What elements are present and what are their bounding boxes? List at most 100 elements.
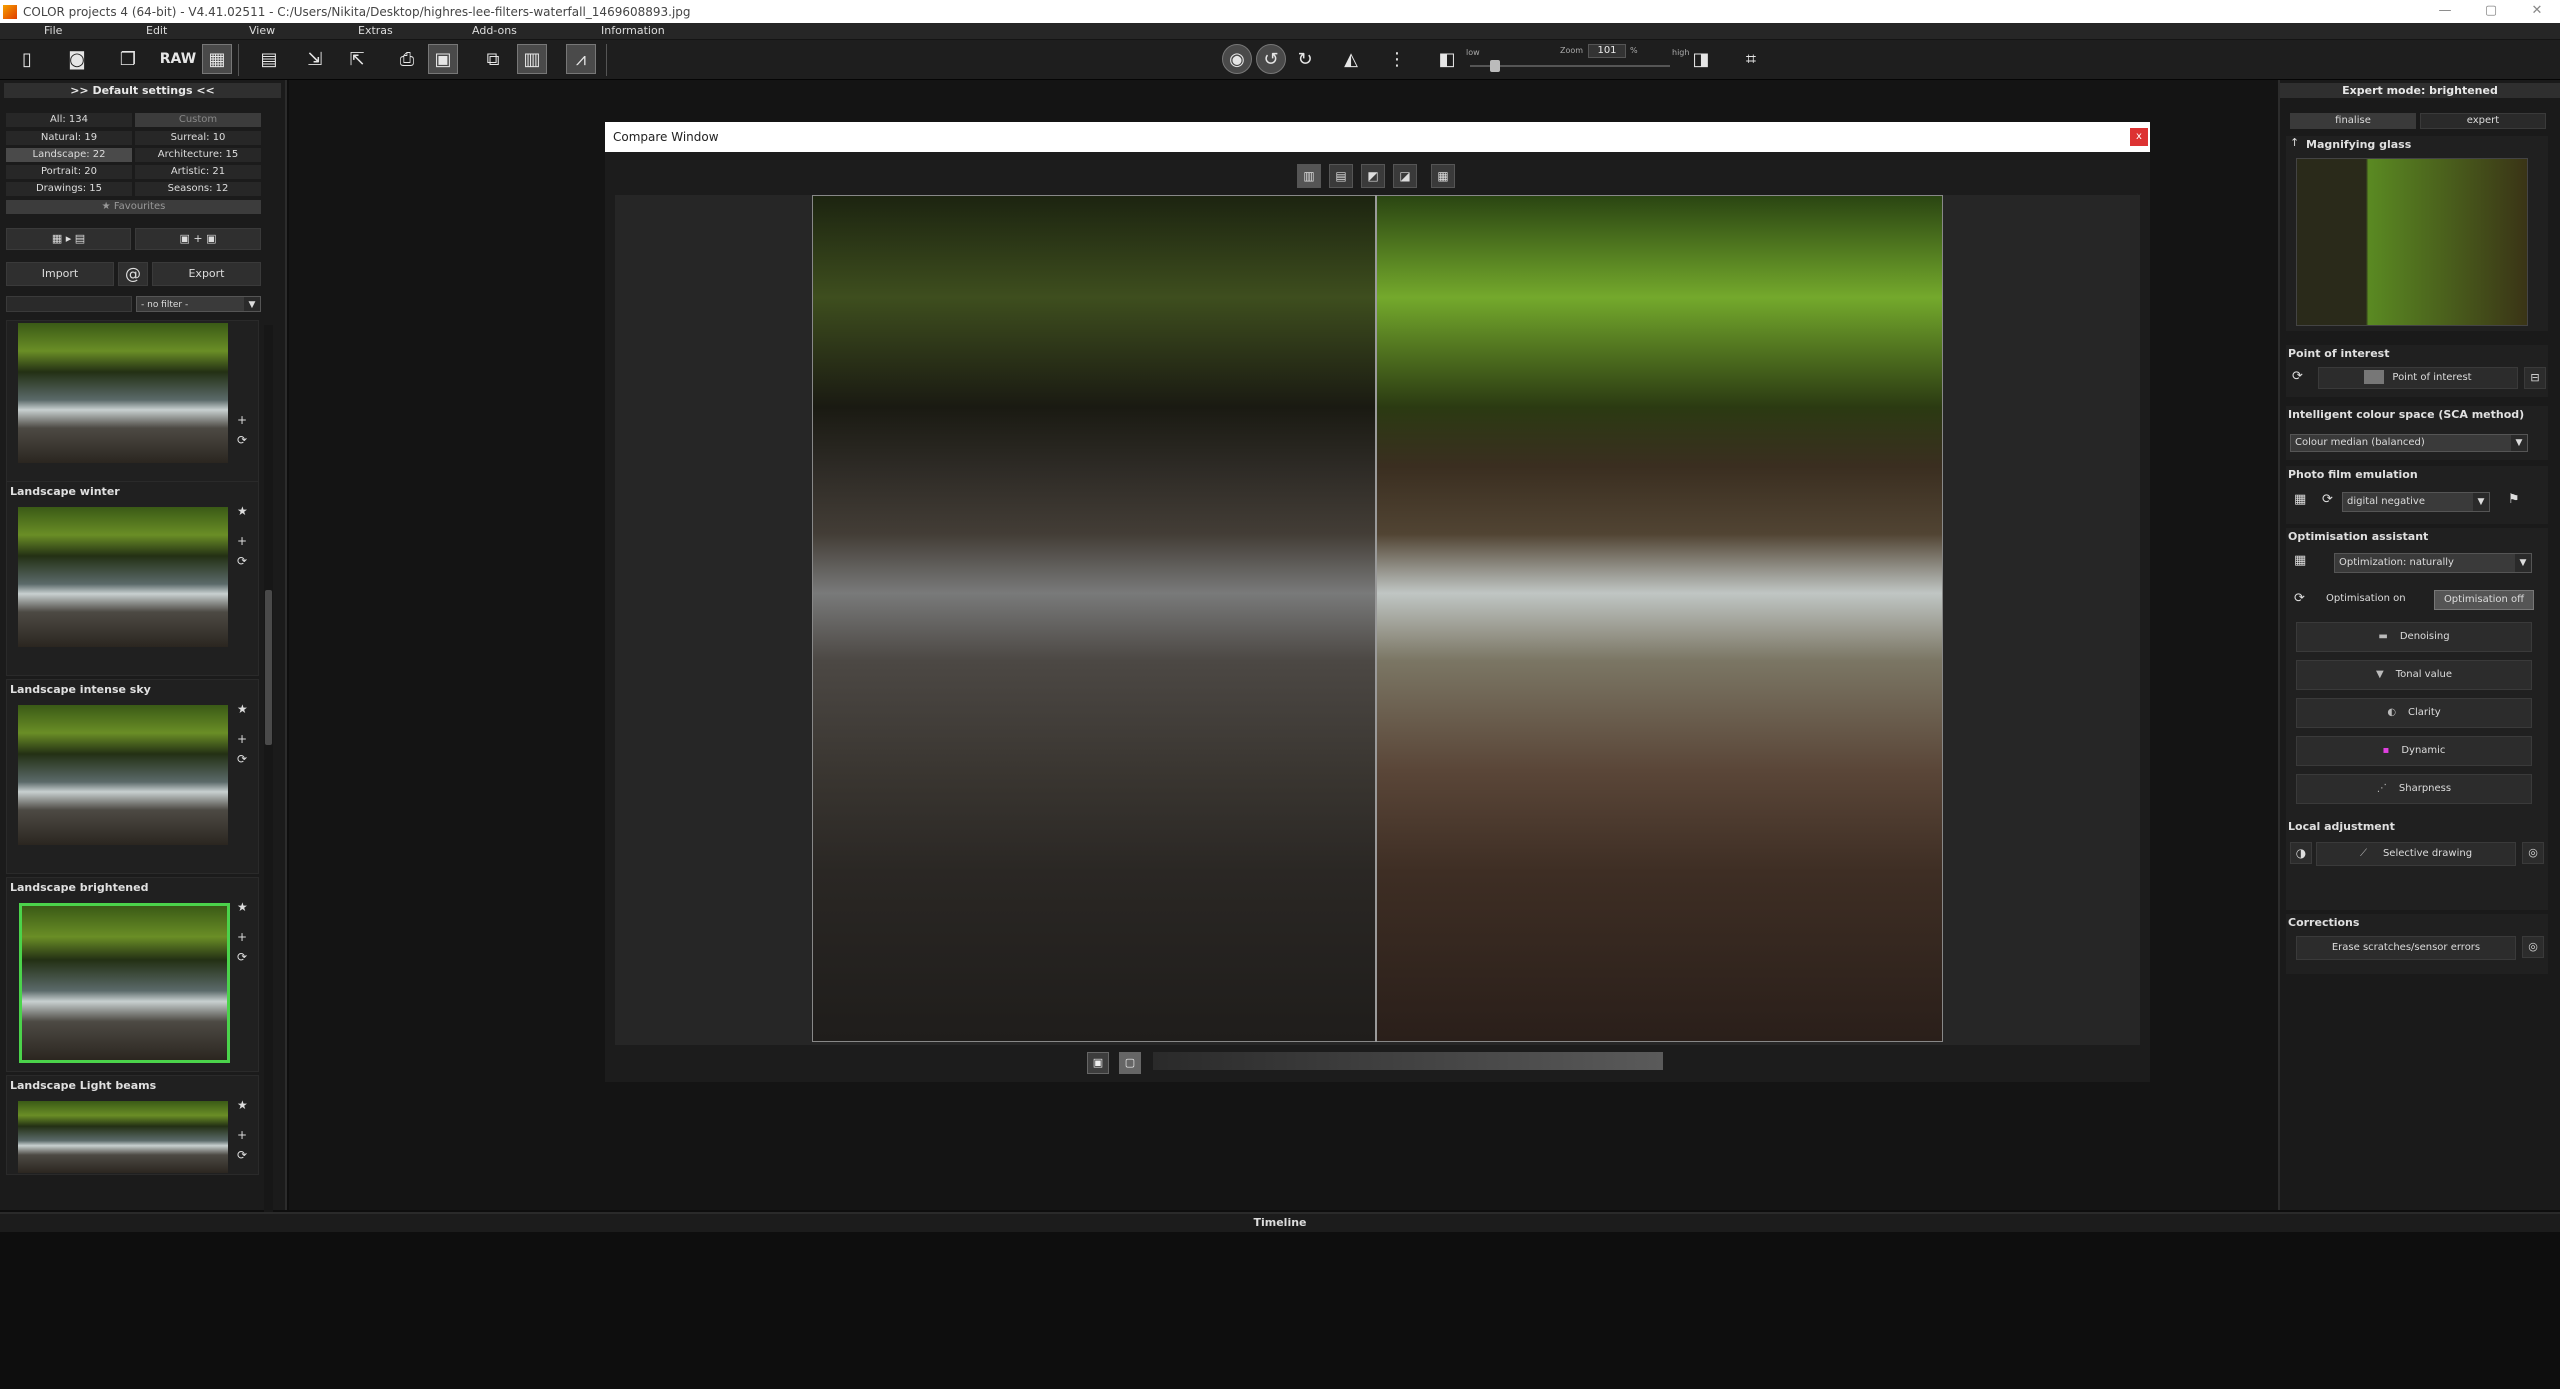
reset-icon[interactable]: ⟳ [2322,492,2333,507]
split-horizontal-icon[interactable]: ▤ [1329,164,1353,188]
import-button[interactable]: Import [6,262,114,286]
histogram-icon[interactable]: ⩘ [566,44,596,74]
tonal-range-bar[interactable] [1153,1052,1663,1070]
split-preview-icon[interactable]: ▣ + ▣ [135,228,261,250]
edited-image[interactable] [1375,195,1943,1042]
preset-card[interactable]: Landscape Light beams ★ + ⟳ [6,1075,259,1175]
corrections-settings-icon[interactable]: ◎ [2522,936,2544,958]
preset-card-selected[interactable]: Landscape brightened ★ + ⟳ [6,877,259,1072]
refresh-icon[interactable]: ⟳ [237,1148,247,1162]
magnifier-preview[interactable] [2296,158,2528,326]
add-icon[interactable]: + [237,1128,247,1142]
category-architecture[interactable]: Architecture: 15 [135,148,261,162]
preset-thumbnail[interactable] [18,323,228,463]
preset-thumbnail[interactable] [18,1101,228,1173]
filter-dropdown[interactable]: - no filter - ▼ [136,296,261,312]
refresh-icon[interactable]: ⟳ [237,950,247,964]
category-all[interactable]: All: 134 [6,113,132,127]
preset-thumbnail[interactable] [18,507,228,647]
eye-icon[interactable]: ◉ [1222,44,1252,74]
rotate-right-icon[interactable]: ↻ [1290,44,1320,74]
add-icon[interactable]: + [237,732,247,746]
film-dropdown[interactable]: digital negative ▼ [2342,492,2490,512]
save-icon[interactable]: ▤ [254,44,284,74]
batch-icon[interactable]: ▦ [202,44,232,74]
category-surreal[interactable]: Surreal: 10 [135,131,261,145]
camera-icon[interactable]: ◙ [62,44,92,74]
pin-icon[interactable]: ↑ [2290,136,2299,149]
optimisation-off-button[interactable]: Optimisation off [2434,590,2534,610]
reset-icon[interactable]: ⟳ [2292,369,2303,384]
refresh-icon[interactable]: ⟳ [237,554,247,568]
split-view-icon[interactable]: ▥ [517,44,547,74]
grid-icon[interactable]: ▦ [2294,492,2306,507]
zoom-slider-handle[interactable] [1490,60,1500,72]
local-settings-icon[interactable]: ◎ [2522,842,2544,864]
optimisation-dropdown[interactable]: Optimization: naturally ▼ [2334,553,2532,573]
tonal-value-button[interactable]: ▼ Tonal value [2296,660,2532,690]
reset-icon[interactable]: ⟳ [2294,591,2305,606]
contrast-icon[interactable]: ◑ [2290,842,2312,864]
denoising-button[interactable]: ▬ Denoising [2296,622,2532,652]
star-icon[interactable]: ★ [237,1098,248,1112]
preset-card[interactable]: Landscape intense sky ★ + ⟳ [6,679,259,874]
tab-expert[interactable]: expert [2420,113,2546,129]
add-icon[interactable]: + [237,413,247,427]
split-diagonal-reverse-icon[interactable]: ◪ [1393,164,1417,188]
menu-edit[interactable]: Edit [146,24,167,37]
erase-scratches-button[interactable]: Erase scratches/sensor errors [2296,936,2516,960]
add-icon[interactable]: + [237,930,247,944]
zoom-in-icon[interactable]: ◨ [1686,44,1716,74]
selective-drawing-button[interactable]: ⟋ Selective drawing [2316,842,2516,866]
dots-icon[interactable]: ⋮ [1382,44,1412,74]
maximize-button[interactable]: ▢ [2468,0,2514,23]
dynamic-button[interactable]: ▪ Dynamic [2296,736,2532,766]
preset-card[interactable]: + ⟳ [6,320,259,482]
category-drawings[interactable]: Drawings: 15 [6,182,132,196]
category-favourites[interactable]: ★ Favourites [6,200,261,214]
clarity-button[interactable]: ◐ Clarity [2296,698,2532,728]
sca-dropdown[interactable]: Colour median (balanced) ▼ [2290,434,2528,452]
menu-information[interactable]: Information [601,24,665,37]
poi-button[interactable]: Point of interest [2318,367,2518,389]
menu-file[interactable]: File [44,24,62,37]
preset-thumbnail[interactable] [18,705,228,845]
category-custom[interactable]: Custom [135,113,261,127]
menu-extras[interactable]: Extras [358,24,393,37]
menu-addons[interactable]: Add-ons [472,24,517,37]
compare-close-button[interactable]: x [2130,128,2148,146]
sharpness-button[interactable]: ⋰ Sharpness [2296,774,2532,804]
poi-settings-icon[interactable]: ⊟ [2524,367,2546,389]
grid-compare-icon[interactable]: ▦ [1431,164,1455,188]
original-image[interactable] [812,195,1375,1042]
mirror-icon[interactable]: ◭ [1336,44,1366,74]
zoom-out-icon[interactable]: ◧ [1432,44,1462,74]
star-icon[interactable]: ★ [237,702,248,716]
preset-thumbnail[interactable] [19,903,230,1063]
zoom-slider-track[interactable] [1470,65,1670,67]
refresh-icon[interactable]: ⟳ [237,433,247,447]
print-icon[interactable]: ⎙ [392,44,422,74]
single-view-icon[interactable]: ▣ [1087,1052,1109,1074]
copy-icon[interactable]: ❐ [113,44,143,74]
optimisation-on-label[interactable]: Optimisation on [2326,593,2406,604]
category-natural[interactable]: Natural: 19 [6,131,132,145]
star-icon[interactable]: ★ [237,900,248,914]
menu-view[interactable]: View [249,24,275,37]
star-icon[interactable]: ★ [237,504,248,518]
minimize-button[interactable]: — [2422,0,2468,23]
category-seasons[interactable]: Seasons: 12 [135,182,261,196]
scrollbar-thumb[interactable] [265,590,272,745]
category-artistic[interactable]: Artistic: 21 [135,165,261,179]
raw-button[interactable]: RAW [160,44,196,74]
export-icon[interactable]: ⇲ [300,44,330,74]
preset-card[interactable]: Landscape winter ★ + ⟳ [6,481,259,676]
split-diagonal-icon[interactable]: ◩ [1361,164,1385,188]
zoom-value-input[interactable]: 101 [1588,44,1626,58]
preset-scrollbar[interactable] [264,325,273,1275]
close-window-button[interactable]: ✕ [2514,0,2560,23]
filter-search-input[interactable] [6,296,132,312]
compare-icon[interactable]: ▣ [428,44,458,74]
split-vertical-icon[interactable]: ▥ [1297,164,1321,188]
dual-view-icon[interactable]: ▢ [1119,1052,1141,1074]
